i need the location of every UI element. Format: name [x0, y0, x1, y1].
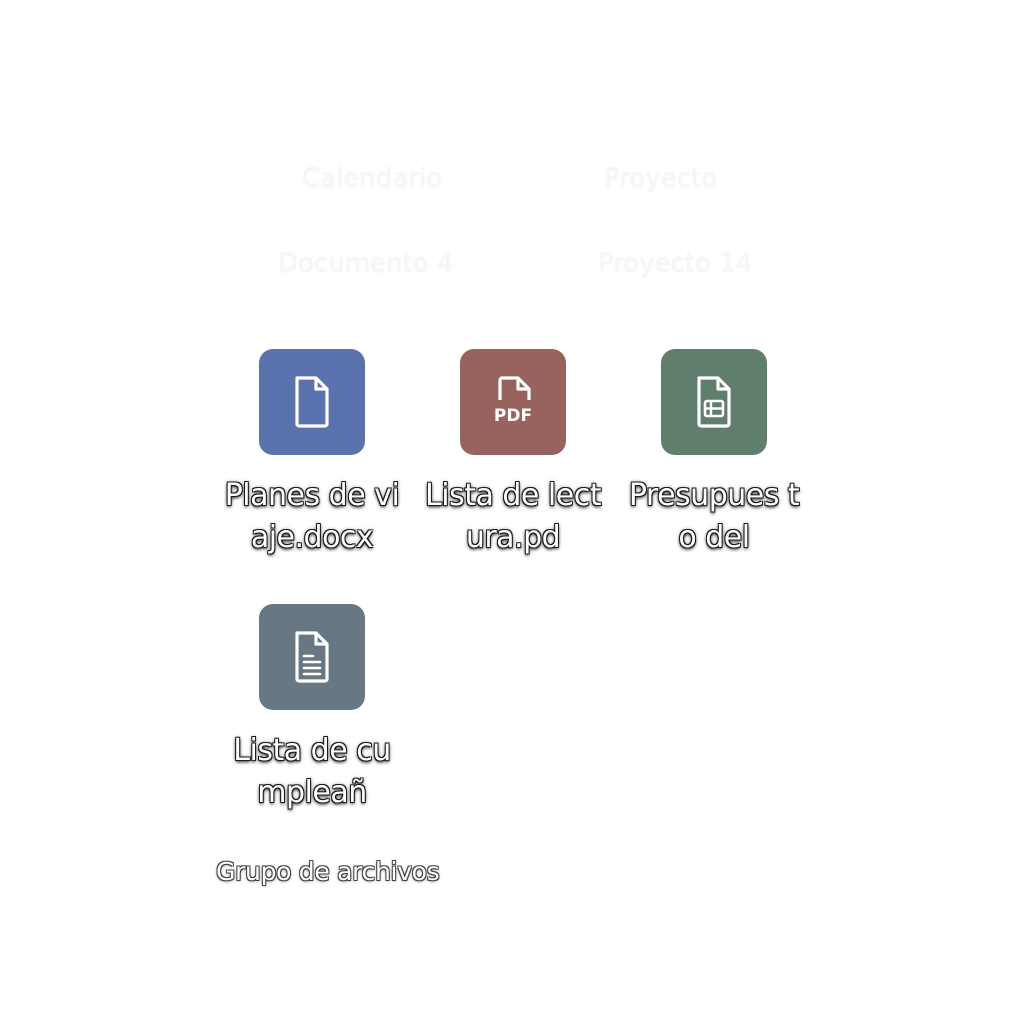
file-icon-tile[interactable]: [259, 604, 365, 710]
file-item-lista-de-cumpleanos[interactable]: Lista de cumpleañ: [222, 604, 402, 814]
ghost-label: Calendario: [302, 163, 443, 193]
file-item-planes-de-viaje[interactable]: Planes de viaje.docx: [222, 349, 402, 559]
ghost-label: Proyecto: [604, 163, 718, 193]
file-label: Planes de viaje.docx: [224, 478, 400, 555]
file-icon-tile[interactable]: [259, 349, 365, 455]
desktop: Calendario Proyecto Documento 4 Proyecto…: [0, 0, 1024, 1024]
file-item-presupuesto[interactable]: Presupues to del: [624, 349, 804, 559]
ghost-label: Proyecto 14: [598, 248, 753, 278]
text-document-icon: [295, 631, 329, 683]
file-label: Presupues to del: [628, 478, 800, 555]
file-label: Lista de lectura.pd: [425, 478, 601, 555]
spreadsheet-icon: [697, 376, 731, 428]
group-label[interactable]: Grupo de archivos: [216, 857, 440, 886]
document-icon: [295, 376, 329, 428]
file-item-lista-de-lectura[interactable]: PDF Lista de lectura.pd: [423, 349, 603, 559]
file-icon-tile[interactable]: [661, 349, 767, 455]
file-label: Lista de cumpleañ: [233, 733, 391, 810]
ghost-label: Documento 4: [278, 248, 454, 278]
svg-text:PDF: PDF: [494, 406, 532, 426]
file-icon-tile[interactable]: PDF: [460, 349, 566, 455]
pdf-icon: PDF: [494, 376, 532, 426]
